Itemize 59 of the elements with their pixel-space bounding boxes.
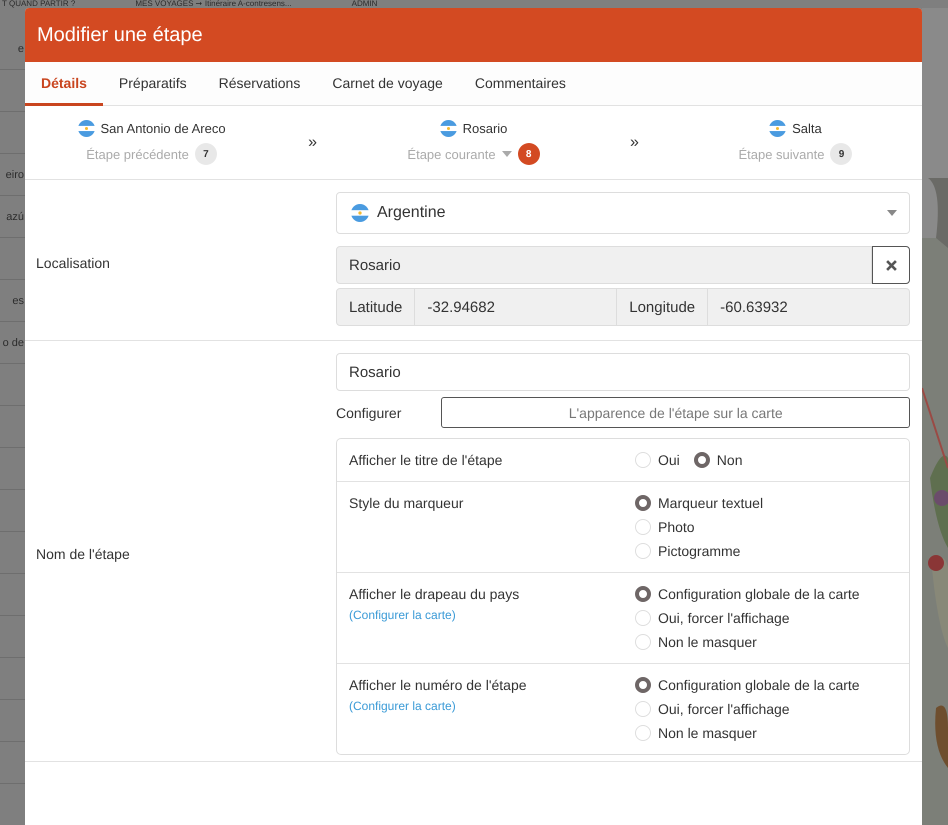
tab[interactable]: Réservations — [202, 62, 316, 106]
radio-label[interactable]: Marqueur textuel — [658, 495, 764, 511]
step-separator: » — [307, 134, 318, 152]
radio-label[interactable]: Non — [716, 452, 742, 468]
country-select[interactable]: Argentine — [336, 192, 910, 234]
tab[interactable]: Détails — [25, 62, 103, 106]
tab[interactable]: Carnet de voyage — [316, 62, 459, 106]
radio-button[interactable] — [635, 586, 651, 602]
option-label: Afficher le numéro de l'étape — [349, 677, 528, 693]
step-number-badge: 7 — [194, 143, 217, 165]
option-label: Afficher le drapeau du pays — [349, 586, 520, 602]
caret-icon — [502, 151, 512, 157]
list-item-text: azú — [6, 210, 24, 222]
option-label: Afficher le titre de l'étape — [349, 452, 504, 468]
step-label: Étape précédente — [86, 146, 189, 162]
caret-icon — [887, 210, 897, 216]
tab[interactable]: Préparatifs — [102, 62, 203, 106]
radio-label[interactable]: Configuration globale de la carte — [658, 677, 860, 693]
appearance-button[interactable]: L'apparence de l'étape sur la carte — [441, 397, 910, 428]
radio-button[interactable] — [635, 495, 651, 511]
list-item-text: e — [18, 42, 24, 54]
radio-label[interactable]: Configuration globale de la carte — [658, 586, 860, 602]
radio-button[interactable] — [694, 452, 710, 468]
list-item-text: o de — [2, 336, 24, 348]
field-label: Nom de l'étape — [35, 546, 131, 562]
step-name[interactable]: Rosario — [462, 121, 508, 136]
step-name[interactable]: Salta — [792, 121, 822, 136]
close-icon — [886, 260, 896, 270]
radio-label[interactable]: Oui, forcer l'affichage — [658, 610, 790, 626]
step-separator: » — [629, 134, 640, 152]
option-label: Style du marqueur — [349, 495, 464, 511]
step-number-badge: 9 — [830, 143, 852, 165]
flag-icon — [78, 120, 94, 137]
nav-link[interactable]: MES VOYAGES ➞ Itinéraire A-contresens... — [135, 0, 292, 8]
radio-label[interactable]: Photo — [658, 519, 695, 535]
step-label: Étape suivante — [738, 146, 824, 162]
tab[interactable]: Commentaires — [458, 62, 582, 106]
radio-label[interactable]: Non le masquer — [658, 634, 757, 650]
list-item-text: es — [12, 294, 24, 306]
place-field[interactable]: Rosario — [336, 246, 872, 284]
configure-label: Configurer — [336, 404, 402, 420]
flag-icon — [440, 120, 457, 137]
step-label: Étape courante — [407, 146, 496, 162]
field-label: Localisation — [35, 255, 111, 271]
flag-icon — [769, 120, 786, 137]
list-item-text: eiro — [6, 168, 24, 180]
radio-label[interactable]: Pictogramme — [658, 543, 740, 559]
nav-link[interactable]: ADMIN — [352, 0, 378, 8]
radio-button[interactable] — [635, 677, 651, 693]
clear-button[interactable] — [872, 246, 910, 284]
step-name-input[interactable]: Rosario — [336, 353, 910, 391]
dialog-title: Modifier une étape — [37, 24, 203, 46]
radio-label[interactable]: Non le masquer — [658, 725, 757, 741]
flag-icon — [351, 204, 369, 222]
step-number-badge: 8 — [518, 143, 540, 165]
radio-label[interactable]: Oui — [658, 452, 680, 468]
step-name[interactable]: San Antonio de Areco — [100, 121, 226, 136]
radio-label[interactable]: Oui, forcer l'affichage — [658, 701, 790, 717]
nav-link[interactable]: T QUAND PARTIR ? — [2, 0, 76, 8]
